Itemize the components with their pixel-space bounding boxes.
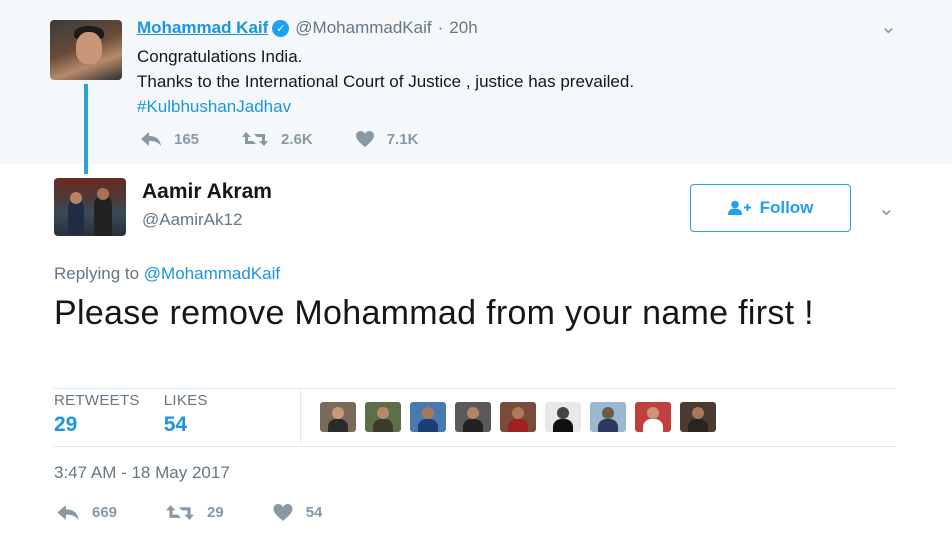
avatar-person <box>68 200 84 234</box>
parent-tweet-time[interactable]: 20h <box>449 18 477 38</box>
liker-avatar-body <box>598 419 618 432</box>
likes-stat-label: LIKES <box>163 392 208 409</box>
parent-text-line: Congratulations India. <box>137 47 303 66</box>
parent-tweet-header: Mohammad Kaif ✓ @MohammadKaif · 20h <box>137 18 478 38</box>
liker-avatar[interactable] <box>635 402 671 432</box>
main-like-count: 54 <box>305 504 323 521</box>
retweets-stat[interactable]: RETWEETS 29 <box>54 392 140 437</box>
parent-author-handle[interactable]: @MohammadKaif <box>295 18 431 38</box>
liker-avatar-body <box>373 419 393 432</box>
liker-avatar-body <box>418 419 438 432</box>
main-tweet-text: Please remove Mohammad from your name fi… <box>54 294 814 332</box>
reply-icon <box>57 505 79 520</box>
tweet-stats: RETWEETS 29 LIKES 54 <box>54 392 232 437</box>
avatar-head <box>97 188 109 200</box>
stats-top-divider <box>54 388 896 389</box>
liker-avatar-head <box>692 407 704 419</box>
stats-separator <box>300 388 301 444</box>
follow-button[interactable]: Follow <box>690 184 851 232</box>
avatar-face <box>76 32 102 64</box>
replying-to: Replying to @MohammadKaif <box>54 264 280 284</box>
parent-reply-button[interactable]: 165 <box>140 130 199 148</box>
retweets-stat-value: 29 <box>54 413 78 436</box>
liker-avatar-head <box>377 407 389 419</box>
replying-mention-link[interactable]: @MohammadKaif <box>144 264 280 283</box>
liker-avatar-head <box>332 407 344 419</box>
replying-prefix: Replying to <box>54 264 140 283</box>
parent-author-avatar[interactable] <box>50 20 122 80</box>
parent-more-options-chevron-icon[interactable]: ⌄ <box>880 14 897 39</box>
liker-avatar[interactable] <box>545 402 581 432</box>
verified-badge-icon: ✓ <box>272 19 290 37</box>
reply-icon <box>141 132 161 146</box>
liker-avatar-body <box>328 419 348 432</box>
main-like-button[interactable]: 54 <box>272 503 323 522</box>
retweet-icon <box>242 132 269 146</box>
parent-like-button[interactable]: 7.1K <box>355 130 419 148</box>
main-tweet-actions: 669 29 54 <box>56 503 370 522</box>
follow-button-label: Follow <box>759 198 814 217</box>
hashtag-link[interactable]: #KulbhushanJadhav <box>137 94 634 119</box>
retweet-icon <box>166 505 194 520</box>
parent-like-count: 7.1K <box>386 130 419 148</box>
parent-author-name[interactable]: Mohammad Kaif <box>137 18 268 38</box>
retweets-stat-label: RETWEETS <box>54 392 140 409</box>
main-author-avatar[interactable] <box>54 178 126 236</box>
parent-tweet[interactable]: Mohammad Kaif ✓ @MohammadKaif · 20h ⌄ Co… <box>0 0 952 164</box>
liker-avatar[interactable] <box>680 402 716 432</box>
liker-avatar[interactable] <box>410 402 446 432</box>
liker-avatar[interactable] <box>455 402 491 432</box>
main-reply-button[interactable]: 669 <box>56 503 117 522</box>
parent-reply-count: 165 <box>174 130 200 148</box>
header-separator: · <box>437 18 444 37</box>
liker-avatar-body <box>508 419 528 432</box>
liker-avatar-body <box>553 419 573 432</box>
parent-retweet-count: 2.6K <box>281 130 313 148</box>
main-author-handle[interactable]: @AamirAk12 <box>142 210 242 230</box>
liker-avatar[interactable] <box>365 402 401 432</box>
stats-bottom-divider <box>54 446 896 447</box>
liker-avatar[interactable] <box>320 402 356 432</box>
likes-stat-value: 54 <box>163 413 188 436</box>
main-retweet-button[interactable]: 29 <box>165 503 224 522</box>
add-user-icon <box>727 200 751 215</box>
liker-avatar-head <box>602 407 614 419</box>
liker-avatar-head <box>647 407 659 419</box>
parent-text-line: Thanks to the International Court of Jus… <box>137 72 635 91</box>
liker-avatar[interactable] <box>590 402 626 432</box>
liker-avatars <box>320 402 725 432</box>
liker-avatar-head <box>557 407 569 419</box>
liker-avatar-body <box>463 419 483 432</box>
main-author-name[interactable]: Aamir Akram <box>142 180 272 204</box>
likes-stat[interactable]: LIKES 54 <box>164 392 208 437</box>
avatar-head <box>70 192 82 204</box>
parent-tweet-text: Congratulations India. Thanks to the Int… <box>137 44 634 119</box>
liker-avatar-head <box>467 407 479 419</box>
heart-icon <box>355 131 374 147</box>
avatar-person <box>94 196 112 236</box>
tweet-timestamp[interactable]: 3:47 AM - 18 May 2017 <box>54 463 230 483</box>
heart-icon <box>273 504 293 521</box>
liker-avatar-head <box>512 407 524 419</box>
conversation-thread-line <box>84 84 88 174</box>
liker-avatar-body <box>643 419 663 432</box>
liker-avatar[interactable] <box>500 402 536 432</box>
liker-avatar-body <box>688 419 708 432</box>
liker-avatar-head <box>422 407 434 419</box>
main-more-options-chevron-icon[interactable]: ⌄ <box>878 196 895 221</box>
parent-tweet-actions: 165 2.6K 7.1K <box>140 130 460 148</box>
main-reply-count: 669 <box>92 504 118 521</box>
main-retweet-count: 29 <box>207 504 224 521</box>
parent-retweet-button[interactable]: 2.6K <box>241 130 313 148</box>
